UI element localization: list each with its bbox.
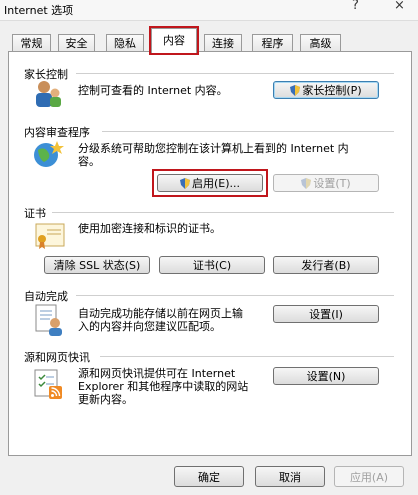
section-divider bbox=[76, 295, 394, 296]
parental-controls-description: 控制可查看的 Internet 内容。 bbox=[78, 84, 228, 97]
section-divider bbox=[52, 212, 394, 213]
feeds-description-line1: 源和网页快讯提供可在 Internet bbox=[78, 367, 236, 380]
tab-programs[interactable]: 程序 bbox=[252, 34, 293, 52]
tab-privacy[interactable]: 隐私 bbox=[106, 34, 144, 52]
autocomplete-title: 自动完成 bbox=[24, 290, 68, 303]
content-advisor-settings-label: 设置(T) bbox=[313, 177, 351, 190]
certificates-title: 证书 bbox=[24, 207, 46, 220]
content-advisor-settings-button[interactable]: 设置(T) bbox=[273, 174, 379, 192]
shield-icon bbox=[179, 178, 190, 189]
parental-controls-icon bbox=[36, 81, 61, 107]
cancel-button[interactable]: 取消 bbox=[255, 466, 325, 487]
section-divider bbox=[102, 131, 394, 132]
publishers-button[interactable]: 发行者(B) bbox=[273, 256, 379, 274]
section-divider bbox=[76, 73, 394, 74]
tab-connections[interactable]: 连接 bbox=[204, 34, 242, 52]
tab-security[interactable]: 安全 bbox=[58, 34, 95, 52]
shield-icon bbox=[290, 85, 301, 96]
window-title: Internet 选项 bbox=[4, 4, 74, 17]
apply-button[interactable]: 应用(A) bbox=[334, 466, 404, 487]
tab-advanced[interactable]: 高级 bbox=[300, 34, 341, 52]
content-advisor-description-line2: 容。 bbox=[78, 155, 100, 168]
feeds-description-line2: Explorer 和其他程序中读取的网站 bbox=[78, 380, 249, 393]
tab-general[interactable]: 常规 bbox=[12, 34, 51, 52]
ok-button[interactable]: 确定 bbox=[174, 466, 244, 487]
clear-ssl-state-button[interactable]: 清除 SSL 状态(S) bbox=[44, 256, 150, 274]
parental-controls-button[interactable]: 家长控制(P) bbox=[273, 81, 379, 99]
help-icon[interactable]: ? bbox=[352, 0, 359, 13]
autocomplete-description-line2: 入的内容并向您建议匹配项。 bbox=[78, 320, 221, 333]
content-advisor-description-line1: 分级系统可帮助您控制在该计算机上看到的 Internet 内 bbox=[78, 142, 349, 155]
content-tab-panel bbox=[8, 51, 412, 456]
title-bar: Internet 选项 ? × bbox=[0, 0, 418, 21]
close-icon[interactable]: × bbox=[394, 0, 405, 13]
autocomplete-icon bbox=[35, 304, 62, 336]
tab-content[interactable]: 内容 bbox=[149, 26, 199, 55]
parental-controls-button-label: 家长控制(P) bbox=[302, 84, 362, 97]
certificate-icon bbox=[35, 223, 65, 249]
feeds-description-line3: 更新内容。 bbox=[78, 393, 133, 406]
tab-strip: 常规 安全 隐私 内容 连接 程序 高级 bbox=[0, 22, 418, 55]
content-advisor-enable-label: 启用(E)... bbox=[191, 177, 241, 190]
autocomplete-settings-button[interactable]: 设置(I) bbox=[273, 305, 379, 323]
certificates-description: 使用加密连接和标识的证书。 bbox=[78, 222, 221, 235]
section-divider bbox=[100, 356, 394, 357]
feeds-icon bbox=[34, 369, 62, 399]
certificates-button[interactable]: 证书(C) bbox=[159, 256, 265, 274]
content-advisor-title: 内容审查程序 bbox=[24, 126, 90, 139]
shield-icon bbox=[301, 178, 312, 189]
feeds-settings-button[interactable]: 设置(N) bbox=[273, 367, 379, 385]
content-advisor-globe-icon bbox=[34, 141, 64, 167]
feeds-title: 源和网页快讯 bbox=[24, 351, 90, 364]
content-advisor-enable-button[interactable]: 启用(E)... bbox=[157, 174, 263, 192]
autocomplete-description-line1: 自动完成功能存储以前在网页上输 bbox=[78, 307, 243, 320]
